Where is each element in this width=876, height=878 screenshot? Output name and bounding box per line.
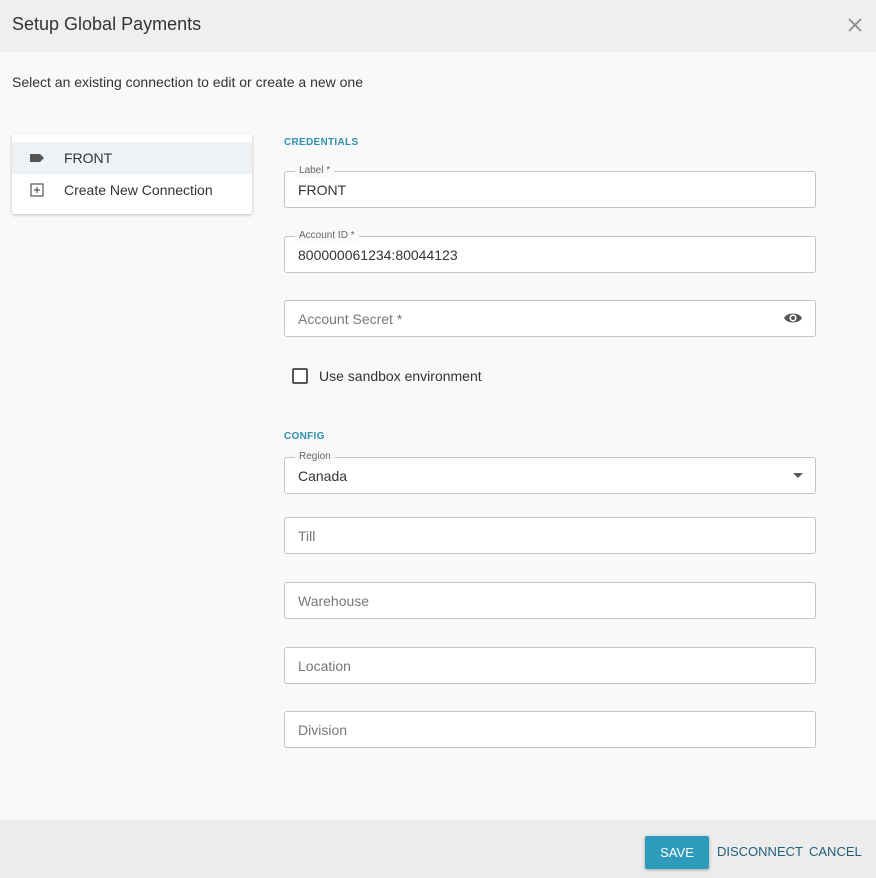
division-field[interactable]: Division	[284, 711, 816, 748]
sandbox-checkbox-label: Use sandbox environment	[319, 368, 482, 384]
region-select[interactable]: Region Canada	[284, 450, 816, 494]
dialog-title: Setup Global Payments	[12, 14, 202, 34]
sandbox-checkbox[interactable]	[292, 368, 308, 384]
label-field-label: Label *	[295, 164, 335, 178]
dialog-subtitle: Select an existing connection to edit or…	[12, 74, 363, 90]
account-secret-field[interactable]: Account Secret *	[284, 300, 816, 337]
save-button[interactable]: SAVE	[645, 836, 709, 869]
eye-icon[interactable]	[783, 310, 803, 326]
connection-item-label: Create New Connection	[64, 182, 213, 198]
account-id-field-label: Account ID *	[295, 229, 359, 243]
till-field[interactable]: Till	[284, 517, 816, 554]
label-tag-icon	[30, 151, 44, 165]
cancel-button[interactable]: CANCEL	[809, 844, 862, 859]
warehouse-placeholder: Warehouse	[298, 593, 370, 609]
location-placeholder: Location	[298, 658, 351, 674]
label-field-value: FRONT	[298, 182, 347, 198]
warehouse-field[interactable]: Warehouse	[284, 582, 816, 619]
account-id-field-value: 800000061234:80044123	[298, 247, 458, 263]
close-icon[interactable]	[844, 14, 866, 36]
connection-item-front[interactable]: FRONT	[12, 142, 252, 174]
account-id-field[interactable]: Account ID * 800000061234:80044123	[284, 229, 816, 273]
location-field[interactable]: Location	[284, 647, 816, 684]
dropdown-caret-icon	[793, 473, 803, 478]
credentials-section-title: CREDENTIALS	[284, 137, 359, 148]
disconnect-button[interactable]: DISCONNECT	[717, 844, 803, 859]
create-new-connection[interactable]: Create New Connection	[12, 174, 252, 206]
region-field-label: Region	[295, 450, 335, 464]
config-section-title: CONFIG	[284, 431, 325, 442]
till-placeholder: Till	[298, 528, 316, 544]
connection-list: FRONT Create New Connection	[12, 134, 252, 214]
label-field[interactable]: Label * FRONT	[284, 164, 816, 208]
dialog-footer: SAVE DISCONNECT CANCEL	[0, 820, 876, 878]
add-box-icon	[30, 183, 44, 197]
dialog-header: Setup Global Payments	[0, 0, 876, 52]
division-placeholder: Division	[298, 722, 348, 738]
sandbox-checkbox-row[interactable]: Use sandbox environment	[292, 366, 482, 386]
region-field-value: Canada	[298, 468, 348, 484]
account-secret-placeholder: Account Secret *	[298, 311, 403, 327]
connection-item-label: FRONT	[64, 150, 113, 166]
